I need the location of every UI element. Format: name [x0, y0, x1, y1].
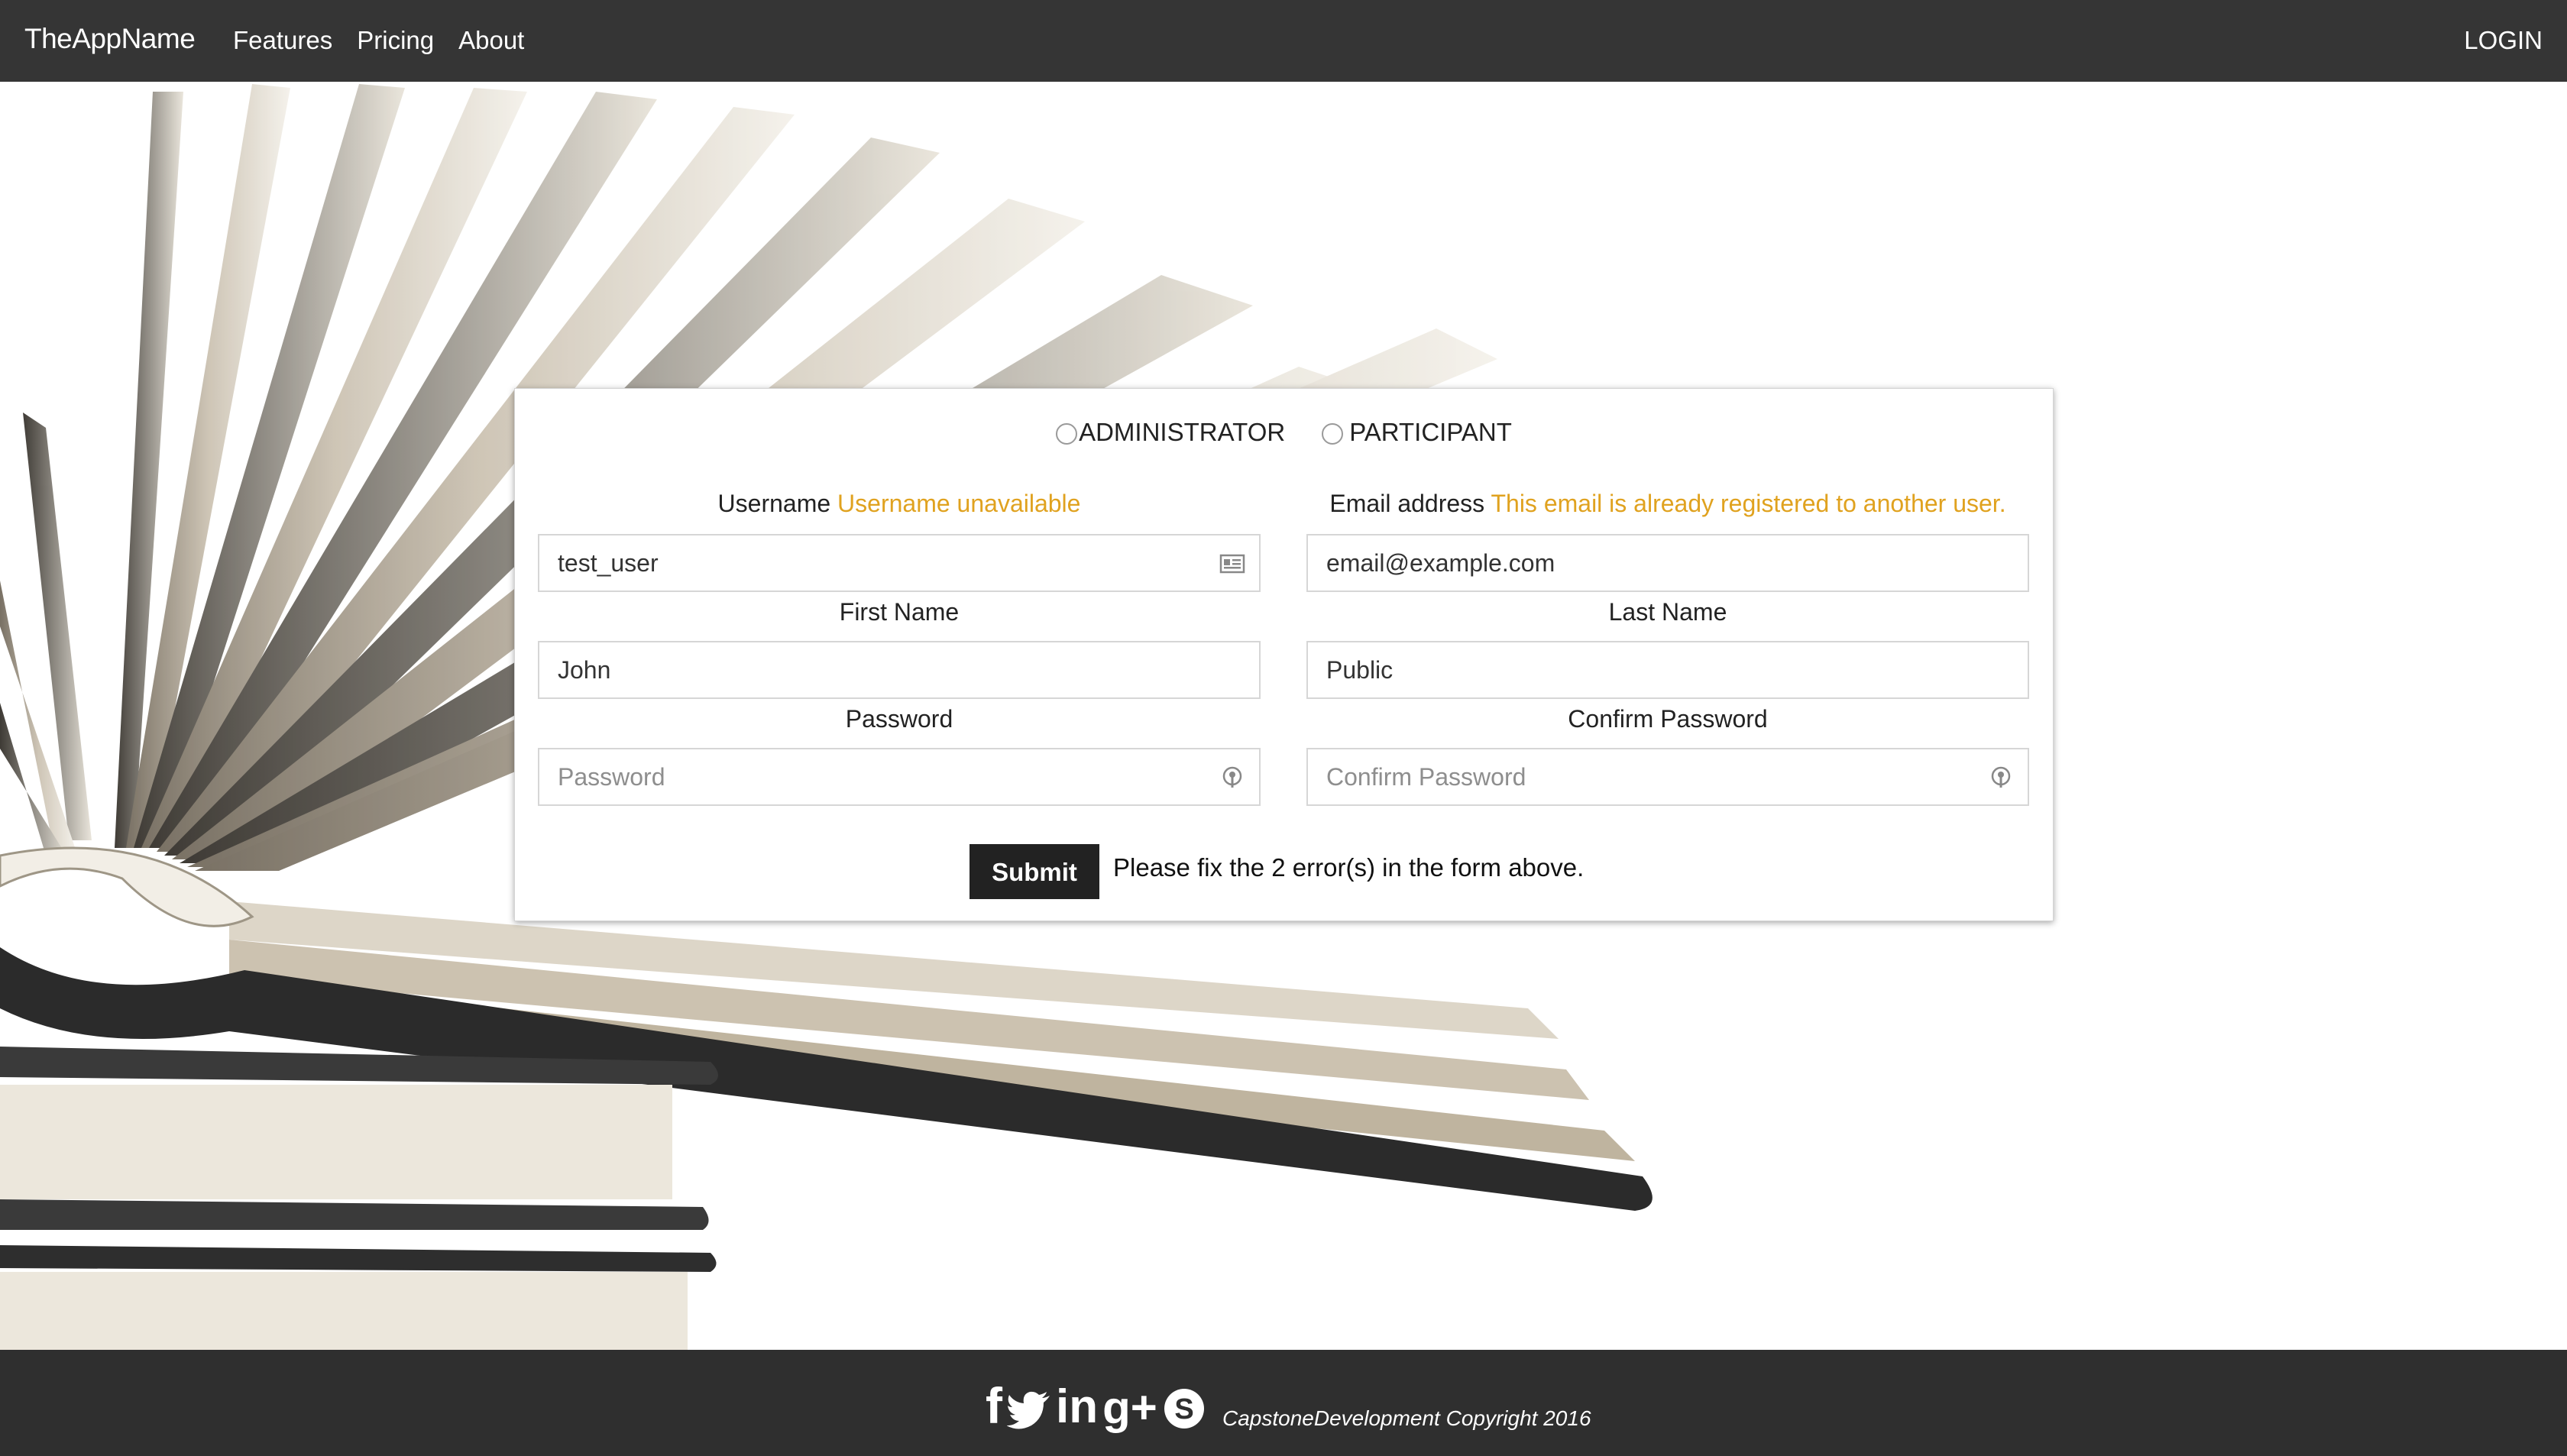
confirm-password-input[interactable]: Confirm Password — [1306, 748, 2029, 806]
confirm-password-placeholder: Confirm Password — [1326, 763, 1526, 791]
brand-logo[interactable]: TheAppName — [24, 23, 196, 55]
footer: f in g+ S CapstoneDevelopment Copyright … — [0, 1350, 2567, 1456]
nav-link-about[interactable]: About — [458, 26, 524, 55]
username-value: test_user — [558, 549, 659, 577]
confirm-password-label: Confirm Password — [1568, 705, 1768, 733]
participant-label: PARTICIPANT — [1349, 418, 1512, 446]
password-input[interactable]: Password — [538, 748, 1261, 806]
login-link[interactable]: LOGIN — [2464, 26, 2543, 55]
first-name-value: John — [558, 656, 611, 684]
password-label: Password — [845, 705, 953, 733]
top-navbar: TheAppName Features Pricing About LOGIN — [0, 0, 2567, 82]
google-plus-icon[interactable]: g+ — [1102, 1385, 1157, 1431]
username-label-row: Username Username unavailable — [538, 490, 1261, 518]
last-name-value: Public — [1326, 656, 1394, 684]
username-input[interactable]: test_user — [538, 534, 1261, 592]
last-name-input[interactable]: Public — [1306, 641, 2029, 699]
email-input[interactable]: email@example.com — [1306, 534, 2029, 592]
social-links: f in g+ S — [986, 1380, 1211, 1431]
role-option-administrator[interactable]: ADMINISTRATOR — [1056, 418, 1285, 447]
email-error: This email is already registered to anot… — [1491, 490, 2006, 517]
form-error-summary: Please fix the 2 error(s) in the form ab… — [1113, 853, 1585, 882]
copyright-text: CapstoneDevelopment Copyright 2016 — [1222, 1406, 1591, 1430]
nav-link-pricing[interactable]: Pricing — [357, 26, 434, 55]
role-option-participant[interactable]: PARTICIPANT — [1322, 418, 1512, 447]
key-icon — [1991, 766, 2011, 788]
facebook-icon[interactable]: f — [986, 1380, 1002, 1431]
role-selector: ADMINISTRATOR PARTICIPANT — [515, 418, 2053, 447]
linkedin-icon[interactable]: in — [1056, 1383, 1098, 1431]
email-placeholder: email@example.com — [1326, 549, 1555, 577]
administrator-radio[interactable] — [1056, 423, 1078, 445]
password-placeholder: Password — [558, 763, 665, 791]
username-label: Username — [717, 490, 831, 517]
signup-form-card: ADMINISTRATOR PARTICIPANT Username Usern… — [514, 388, 2054, 921]
email-label: Email address — [1329, 490, 1485, 517]
first-name-label: First Name — [839, 598, 960, 626]
contact-card-icon — [1219, 554, 1245, 574]
submit-button[interactable]: Submit — [970, 844, 1099, 899]
twitter-icon[interactable] — [1006, 1391, 1051, 1431]
first-name-input[interactable]: John — [538, 641, 1261, 699]
skype-icon[interactable]: S — [1162, 1386, 1206, 1431]
username-error: Username unavailable — [837, 490, 1081, 517]
last-name-label: Last Name — [1608, 598, 1727, 626]
nav-links: Features Pricing About — [233, 26, 549, 55]
svg-text:S: S — [1174, 1393, 1193, 1425]
nav-link-features[interactable]: Features — [233, 26, 332, 55]
administrator-label: ADMINISTRATOR — [1079, 418, 1286, 446]
email-label-row: Email address This email is already regi… — [1306, 490, 2029, 518]
participant-radio[interactable] — [1322, 423, 1344, 445]
key-icon — [1222, 766, 1242, 788]
